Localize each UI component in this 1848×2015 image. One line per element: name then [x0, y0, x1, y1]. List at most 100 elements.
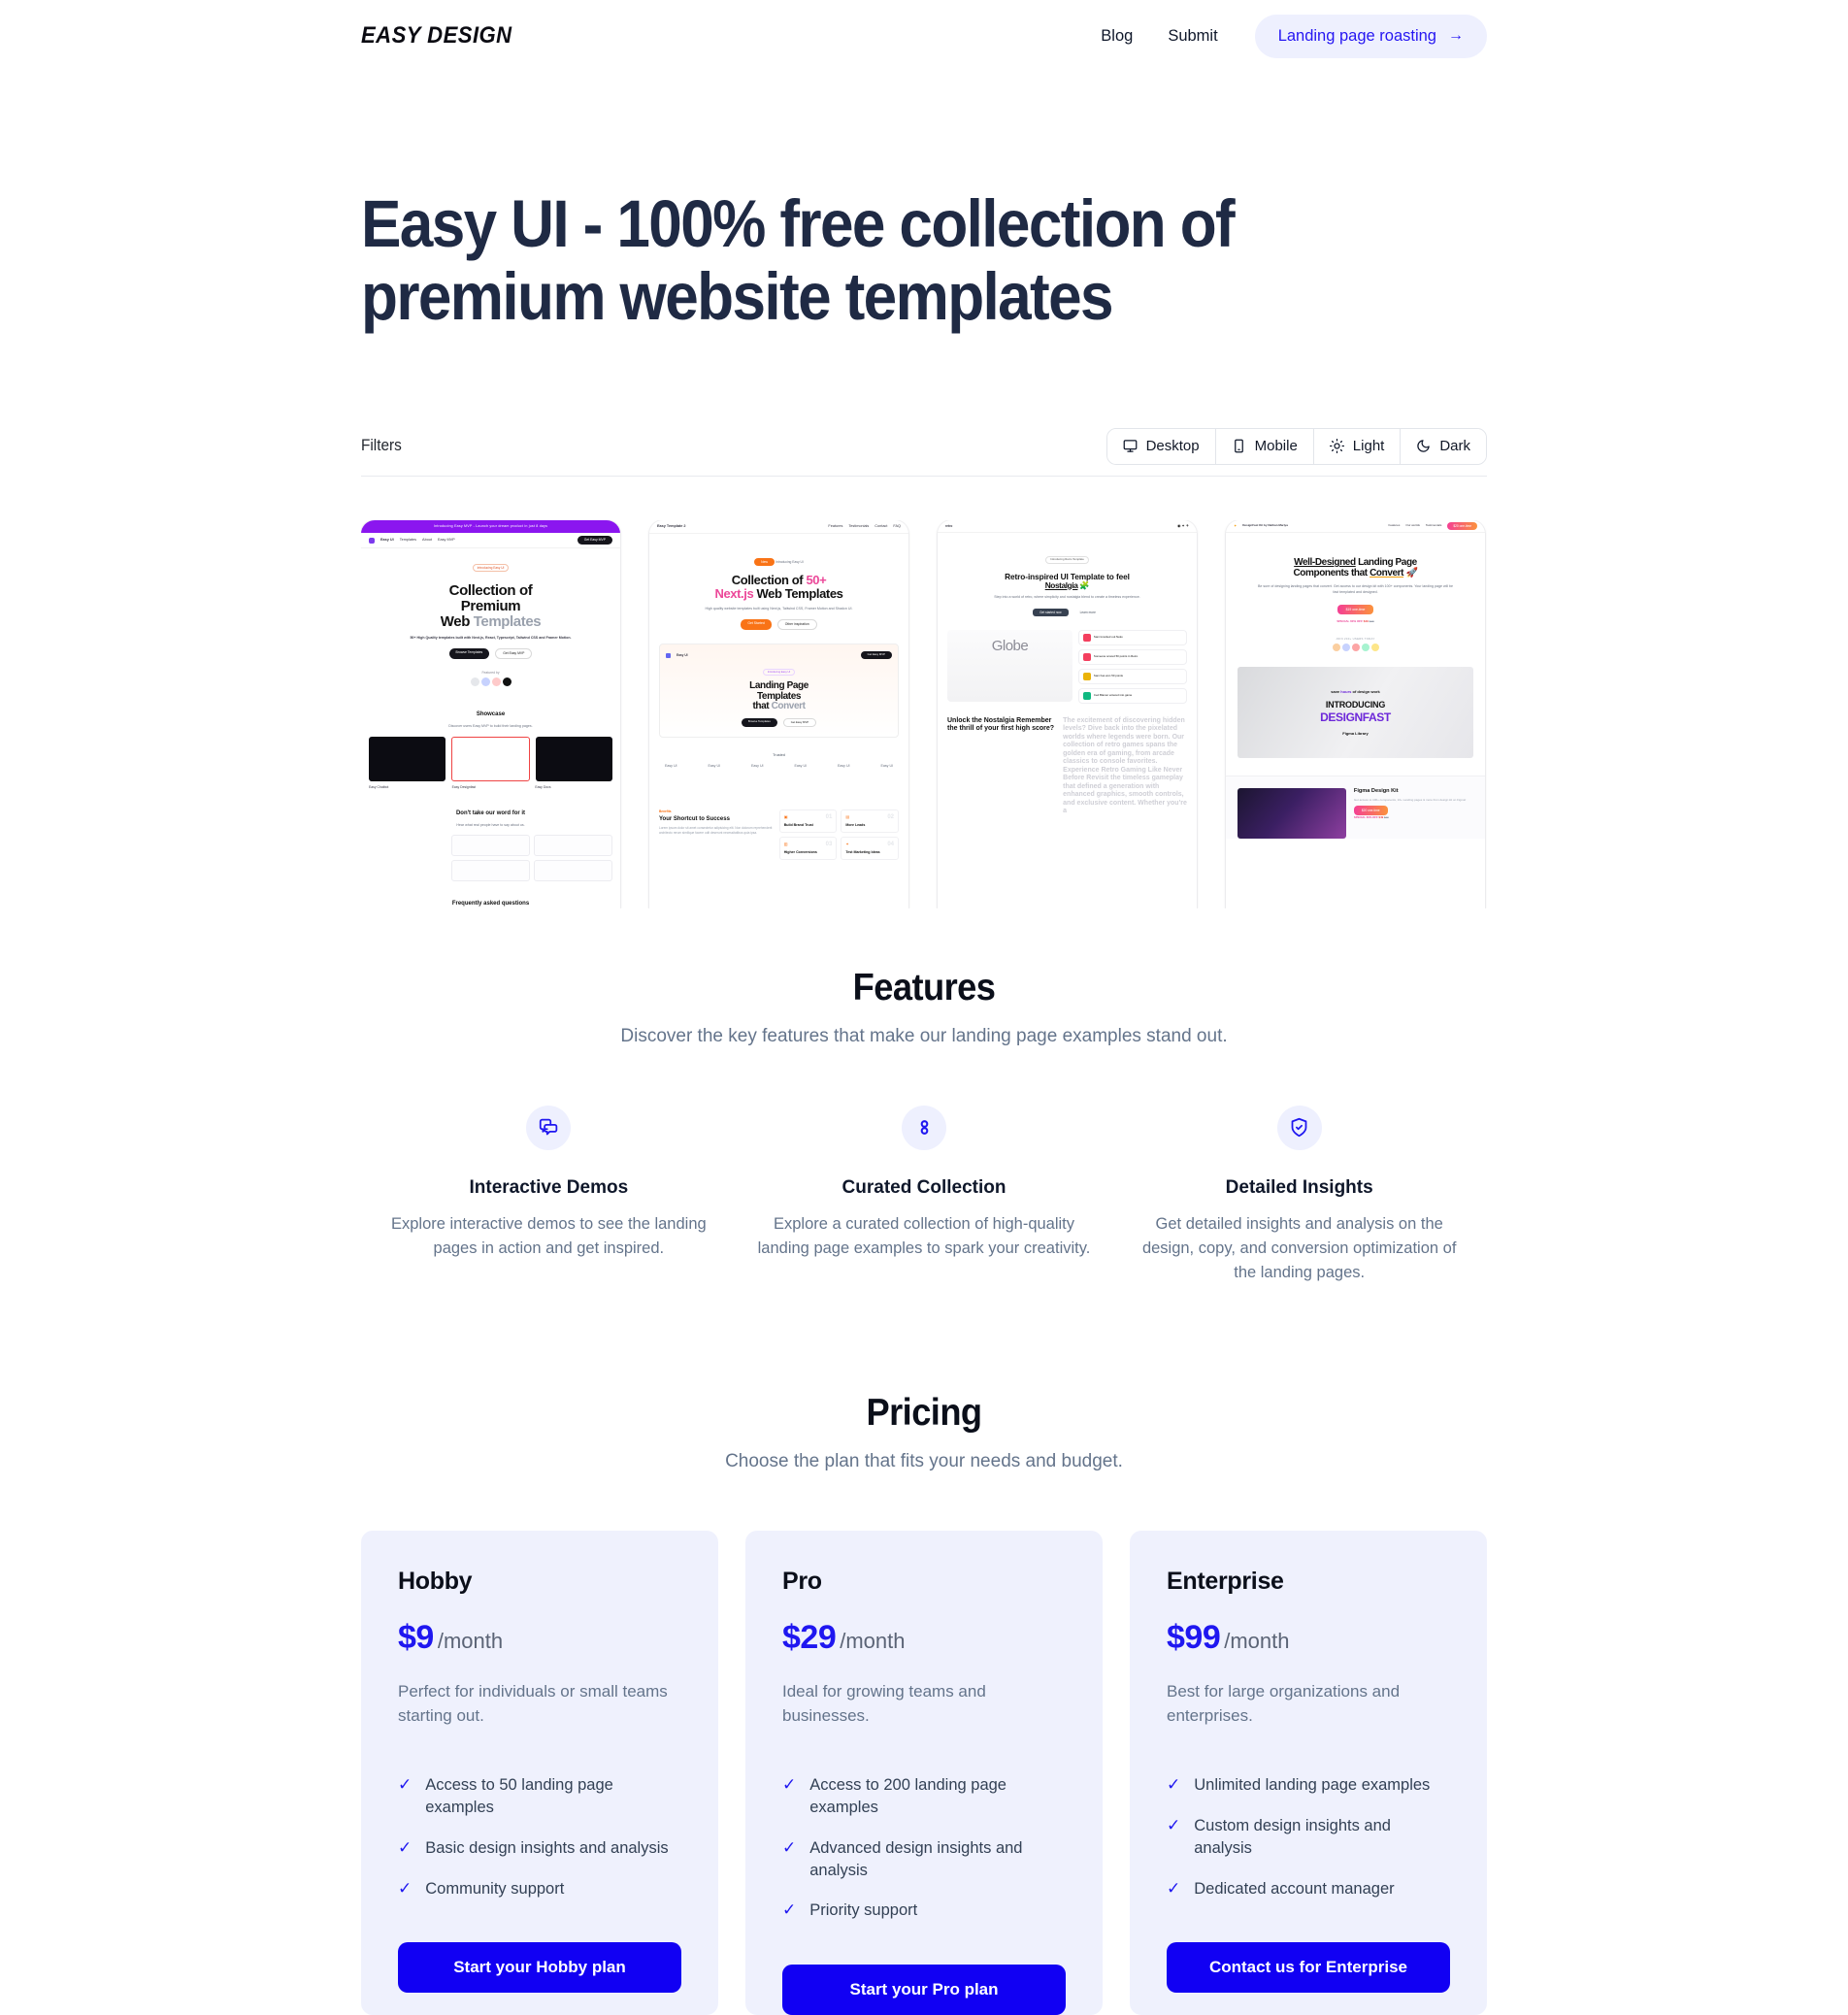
filter-desktop-button[interactable]: Desktop — [1106, 428, 1216, 464]
landing-page-roasting-button[interactable]: Landing page roasting → — [1254, 14, 1487, 58]
template-banner: Introducing Easy MVP - Launch your dream… — [361, 520, 620, 534]
plan-feature-list: ✓ Access to 50 landing page examples ✓ Bas… — [398, 1774, 681, 1899]
template-social-proof: JOIN 240+ USERS TODAY — [1336, 636, 1375, 641]
plan-feature: ✓ Advanced design insights and analysis — [782, 1837, 1066, 1882]
template-brand: Easy Template 2 — [657, 524, 686, 529]
template-subtitle: 50+ High Quality templates built with Ne… — [410, 636, 572, 641]
template-notification: Ced Blamer entered into game — [1093, 692, 1133, 697]
template-card[interactable]: Introducing Easy MVP - Launch your dream… — [361, 520, 620, 909]
plan-price: $99 — [1167, 1619, 1221, 1657]
feature-description: Explore interactive demos to see the lan… — [390, 1214, 707, 1257]
template-card[interactable]: Easy Template 2 Features Testimonials Co… — [649, 520, 908, 909]
template-unlock-title: Unlock the Nostalgia Remember the thrill… — [947, 716, 1055, 733]
template-nav-item: Features — [828, 524, 843, 529]
features-title: Features — [852, 967, 996, 1009]
template-brand: DesignFast Kit by Nathan Mariya — [1242, 523, 1288, 528]
site-header: EASY DESIGN Blog Submit Landing page roa… — [361, 0, 1487, 72]
plan-feature: ✓ Community support — [398, 1878, 681, 1900]
template-badge: Introducing Easy UI — [472, 564, 510, 573]
template-title-line2: Premium — [460, 598, 521, 615]
template-featured-label: Featured by — [481, 670, 500, 675]
template-cell — [534, 834, 612, 856]
template-title-line1b: 50+ — [806, 573, 827, 588]
start-pro-plan-button[interactable]: Start your Pro plan — [782, 1965, 1066, 2015]
template-shot — [369, 736, 446, 781]
template-nav-item: Features — [1388, 523, 1401, 528]
check-icon: ✓ — [398, 1878, 412, 1898]
nav-link-submit[interactable]: Submit — [1150, 27, 1235, 46]
template-body-para: The excitement of discovering hidden lev… — [1063, 716, 1187, 815]
template-title-line2a: Next.js — [714, 586, 754, 602]
template-title-line1b: Landing Page — [1355, 557, 1417, 569]
plan-description: Perfect for individuals or small teams s… — [398, 1682, 668, 1725]
template-subtitle: High quality website templates built usi… — [705, 607, 853, 611]
template-cta-secondary: Get Easy MVP — [495, 648, 533, 659]
template-img-label-c: of design work — [1351, 689, 1380, 695]
phone-icon — [1232, 439, 1246, 453]
template-card-title: Test Marketing Ideas — [845, 850, 880, 855]
template-badge: New — [754, 558, 775, 567]
contact-enterprise-button[interactable]: Contact us for Enterprise — [1167, 1942, 1450, 1994]
pricing-card-pro: Pro $29 /month Ideal for growing teams a… — [745, 1531, 1103, 2015]
filter-light-button[interactable]: Light — [1313, 428, 1402, 464]
plan-feature-label: Dedicated account manager — [1194, 1879, 1395, 1898]
template-globe-label: Globe — [991, 637, 1029, 654]
filter-mobile-button[interactable]: Mobile — [1215, 428, 1314, 464]
template-badge: Introducing Retro Template — [1045, 556, 1089, 564]
template-cta-primary: $19 one-time — [1336, 604, 1374, 615]
filter-dark-button[interactable]: Dark — [1401, 428, 1486, 464]
template-cta-primary: Get started now — [1033, 608, 1069, 616]
plan-feature-label: Custom design insights and analysis — [1194, 1817, 1391, 1857]
template-cta-secondary: Other inspiration — [776, 619, 817, 630]
monitor-icon — [1123, 439, 1138, 453]
hero-section: Easy UI - 100% free collection of premiu… — [361, 72, 1487, 333]
plan-feature-label: Advanced design insights and analysis — [809, 1838, 1023, 1879]
start-hobby-plan-button[interactable]: Start your Hobby plan — [398, 1942, 681, 1994]
template-trusted-item: Easy UI — [664, 764, 677, 769]
rocket-emoji-icon: 🚀 — [1405, 567, 1418, 578]
feature-item-curated-collection: Curated Collection Explore a curated col… — [737, 1105, 1112, 1285]
template-cta-primary: Browse Templates — [448, 648, 490, 659]
template-benefits-title: Your Shortcut to Success — [659, 815, 730, 822]
template-card-num: 03 — [825, 841, 833, 847]
template-brand: retro — [945, 524, 953, 529]
template-card-title: More Leads — [845, 823, 866, 828]
template-inner-title1: Landing Page — [749, 679, 808, 691]
puzzle-emoji-icon: 🧩 — [1079, 579, 1090, 590]
brand-logo[interactable]: EASY DESIGN — [361, 22, 512, 50]
template-trusted-item: Easy UI — [794, 764, 808, 769]
template-cta-primary: Get Started — [741, 619, 772, 630]
template-cell — [369, 860, 447, 881]
pricing-card-enterprise: Enterprise $99 /month Best for large org… — [1130, 1531, 1487, 2015]
template-discount-price: $49 — [1363, 619, 1369, 624]
filter-dark-label: Dark — [1439, 438, 1470, 455]
template-nav: retro ◉ ✦ ⚘ — [938, 520, 1197, 534]
template-discount-strike: $20 — [1369, 619, 1374, 624]
arrow-right-icon: → — [1448, 27, 1464, 44]
template-subtitle: Be sure of designing landing pages that … — [1257, 584, 1454, 594]
filter-segmented-control: Desktop Mobile Light Dark — [1106, 427, 1487, 465]
plan-feature-list: ✓ Unlimited landing page examples ✓ Custom… — [1167, 1774, 1450, 1899]
plan-feature-label: Access to 200 landing page examples — [809, 1776, 1006, 1817]
template-kit-sub: Get access to 100+ components, 10+ Landi… — [1353, 798, 1467, 803]
template-nav: Easy UI Templates About Easy MVP Get Eas… — [361, 533, 620, 549]
nav-link-blog[interactable]: Blog — [1083, 27, 1150, 46]
template-nav-item: About — [422, 538, 432, 543]
template-card[interactable]: ✦ DesignFast Kit by Nathan Mariya Feature… — [1226, 520, 1485, 909]
template-section-sub: Discover users Easy MVP to build their l… — [448, 724, 533, 729]
check-icon: ✓ — [398, 1837, 412, 1857]
template-cell — [534, 859, 612, 881]
template-card-title: Higher Conversions — [783, 850, 817, 855]
template-card[interactable]: retro ◉ ✦ ⚘ Introducing Retro Template R… — [938, 520, 1197, 909]
features-section: Features Discover the key features that … — [361, 967, 1487, 1285]
feature-description: Get detailed insights and analysis on th… — [1141, 1214, 1457, 1282]
plan-description: Best for large organizations and enterpr… — [1167, 1682, 1401, 1725]
template-section-sub: Hear what real people have to say about … — [456, 823, 525, 828]
filter-desktop-label: Desktop — [1145, 438, 1200, 455]
feature-description: Explore a curated collection of high-qua… — [757, 1214, 1091, 1257]
filters-label: Filters — [361, 437, 402, 455]
plan-period: /month — [437, 1629, 504, 1654]
plan-feature-list: ✓ Access to 200 landing page examples ✓ Ad… — [782, 1774, 1066, 1922]
template-nav: ✦ DesignFast Kit by Nathan Mariya Feature… — [1226, 520, 1485, 534]
plan-description: Ideal for growing teams and businesses. — [782, 1682, 986, 1725]
